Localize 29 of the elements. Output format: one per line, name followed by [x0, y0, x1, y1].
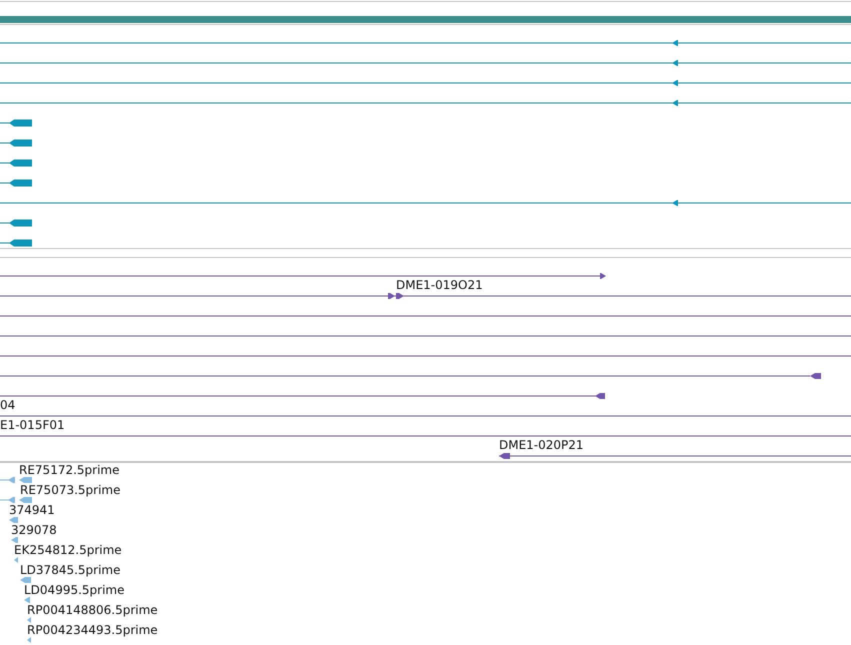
gene-feature[interactable]: [0, 200, 851, 206]
feature-label: DME1-020P21: [499, 438, 584, 452]
feature-label: EK254812.5prime: [14, 543, 122, 557]
feature-label: LD37845.5prime: [20, 563, 121, 577]
gene-feature[interactable]: [0, 60, 851, 66]
gene-feature[interactable]: [0, 100, 851, 106]
feature-label: LD04995.5prime: [24, 583, 125, 597]
gene-feature[interactable]: [499, 453, 851, 459]
feature-label: RE75172.5prime: [19, 463, 120, 477]
feature-label: E1-015F01: [0, 418, 65, 432]
gene-feature[interactable]: [0, 393, 605, 399]
gene-feature[interactable]: [0, 80, 851, 86]
gene-feature[interactable]: [0, 140, 32, 146]
feature-label: RE75073.5prime: [20, 483, 120, 497]
feature-label: 374941: [9, 503, 55, 517]
feature-label: RP004234493.5prime: [27, 623, 158, 637]
gene-feature[interactable]: [0, 273, 606, 279]
gene-feature[interactable]: [0, 180, 32, 186]
feature-label: DME1-019O21: [396, 278, 483, 292]
gene-feature[interactable]: [0, 373, 821, 379]
gene-feature[interactable]: [0, 240, 32, 246]
gene-feature[interactable]: [0, 293, 851, 299]
gene-feature[interactable]: [0, 120, 32, 126]
gene-feature[interactable]: [0, 220, 32, 226]
gene-feature[interactable]: [0, 160, 32, 166]
gene-feature[interactable]: [0, 40, 851, 46]
feature-label: RP004148806.5prime: [27, 603, 158, 617]
feature-label: 04: [0, 398, 16, 412]
feature-label: 329078: [11, 523, 57, 537]
